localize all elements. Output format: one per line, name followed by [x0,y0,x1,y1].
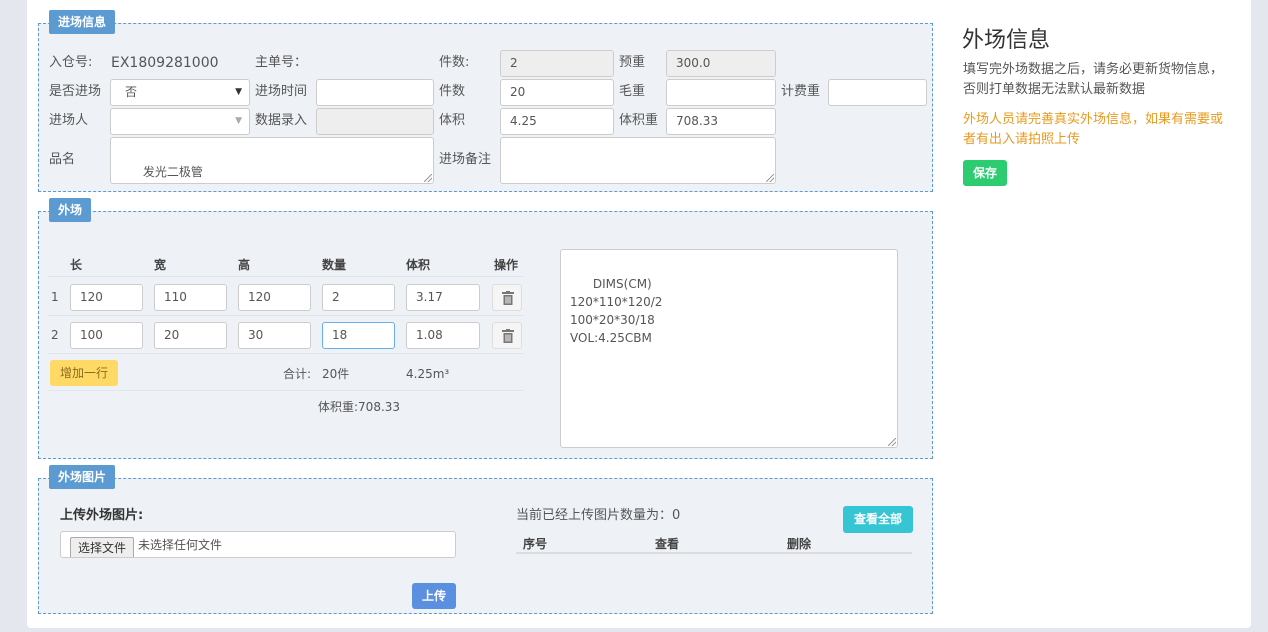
volume-weight-field[interactable]: 708.33 [666,108,776,135]
product-name-value: 发光二极管 [142,165,203,179]
trash-icon [502,291,514,305]
is-entered-label: 是否进场 [49,84,102,99]
volume-weight-total: 体积重:708.33 [318,400,401,414]
col-qty-header: 数量 [322,258,347,272]
width-input[interactable]: 110 [154,284,227,311]
no-file-text: 未选择任何文件 [138,538,223,552]
photo-section: 外场图片 上传外场图片: 选择文件 未选择任何文件 上传 当前已经上传图片数量为… [38,465,933,614]
table-header-divider [48,276,524,277]
qty-input[interactable]: 2 [322,284,395,311]
length-input[interactable]: 120 [70,284,143,311]
save-button[interactable]: 保存 [963,160,1007,186]
entry-person-label: 进场人 [49,113,89,128]
col-width-header: 宽 [154,258,167,272]
trash-icon [502,329,514,343]
caret-down-icon: ▼ [235,87,242,97]
volume-input[interactable]: 3.17 [406,284,480,311]
warehouse-no-value: EX1809281000 [111,55,219,71]
file-input[interactable]: 选择文件 未选择任何文件 [60,531,456,558]
charge-weight-field[interactable] [828,79,927,106]
product-name-textarea[interactable]: 发光二极管 [110,137,434,184]
dims-text: DIMS(CM) 120*110*120/2 100*20*30/18 VOL:… [570,277,663,345]
charge-weight-label: 计费重 [781,84,821,99]
gross-weight-field[interactable] [666,79,776,106]
entry-remark-label: 进场备注 [439,152,492,167]
photo-tag: 外场图片 [49,465,116,489]
resize-handle-icon[interactable] [888,438,896,446]
entry-time-label: 进场时间 [255,84,308,99]
choose-file-button[interactable]: 选择文件 [70,537,135,557]
total-label: 合计: [283,367,312,381]
side-title: 外场信息 [962,28,1051,53]
delete-row-button[interactable] [492,284,522,311]
warehouse-no-label: 入仓号: [49,55,93,70]
is-entered-select[interactable]: 否 ▼ [110,79,250,106]
resize-handle-icon[interactable] [424,174,432,182]
pieces-declared-field[interactable]: 2 [500,50,614,77]
page-container: 进场信息 入仓号: EX1809281000 主单号： 件数: 2 预重 300… [27,0,1251,628]
pre-weight-label: 预重 [619,55,646,70]
row-divider [48,353,524,354]
volume-weight-label: 体积重 [619,113,659,128]
entry-info-tag: 进场信息 [49,10,116,34]
col-height-header: 高 [238,258,251,272]
data-entry-label: 数据录入 [255,113,308,128]
height-input[interactable]: 30 [238,322,311,349]
upload-count-text: 当前已经上传图片数量为：0 [516,508,681,523]
upload-button[interactable]: 上传 [412,583,456,609]
volume-input[interactable]: 1.08 [406,322,480,349]
volume-field[interactable]: 4.25 [500,108,614,135]
side-note-warning: 外场人员请完善真实外场信息，如果有需要或者有出入请拍照上传 [963,112,1224,147]
col-delete-header: 删除 [787,537,812,551]
entry-info-section: 进场信息 入仓号: EX1809281000 主单号： 件数: 2 预重 300… [38,10,933,192]
add-row-button[interactable]: 增加一行 [50,360,118,386]
col-volume-header: 体积 [406,258,431,272]
entry-time-field[interactable] [316,79,434,106]
delete-row-button[interactable] [492,322,522,349]
photo-table-divider [516,552,912,554]
total-volume: 4.25m³ [406,367,450,381]
pre-weight-field[interactable]: 300.0 [666,50,776,77]
entry-remark-textarea[interactable] [500,137,776,184]
pieces-actual-field[interactable]: 20 [500,79,614,106]
entry-person-select[interactable]: ▼ [110,108,250,135]
master-no-label: 主单号： [255,55,308,70]
qty-input[interactable]: 18 [322,322,395,349]
row-divider [48,315,524,316]
col-action-header: 操作 [494,258,519,272]
col-index-header: 序号 [523,537,548,551]
dims-textarea[interactable]: DIMS(CM) 120*110*120/2 100*20*30/18 VOL:… [560,249,898,448]
row-divider [48,390,524,391]
col-view-header: 查看 [655,537,680,551]
gross-weight-label: 毛重 [619,84,646,99]
side-note-update: 填写完外场数据之后，请务必更新货物信息，否则打单数据无法默认最新数据 [963,62,1224,97]
total-qty: 20件 [322,367,350,381]
col-length-header: 长 [70,258,83,272]
data-entry-field[interactable] [316,108,434,135]
caret-down-icon: ▼ [235,116,242,126]
pieces-label-declared: 件数: [439,55,470,70]
row-index: 2 [51,328,59,342]
outfield-section: 外场 长 宽 高 数量 体积 操作 1 120 110 120 2 3.17 2 [38,198,933,459]
outfield-tag: 外场 [49,198,92,222]
length-input[interactable]: 100 [70,322,143,349]
row-index: 1 [51,290,59,304]
resize-handle-icon[interactable] [766,174,774,182]
width-input[interactable]: 20 [154,322,227,349]
volume-label: 体积 [439,113,466,128]
is-entered-value: 否 [125,85,138,99]
product-name-label: 品名 [49,152,76,167]
pieces-label-actual: 件数 [439,84,466,99]
view-all-button[interactable]: 查看全部 [843,506,913,533]
upload-photo-label: 上传外场图片: [60,508,144,523]
height-input[interactable]: 120 [238,284,311,311]
